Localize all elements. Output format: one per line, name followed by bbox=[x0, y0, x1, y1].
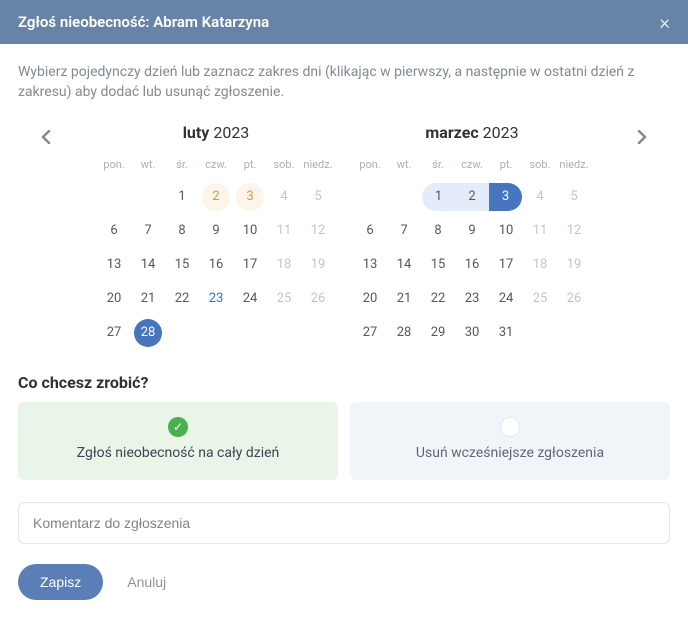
check-icon: ✓ bbox=[168, 417, 188, 437]
action-section-title: Co chcesz zrobić? bbox=[18, 373, 670, 392]
calendar-day[interactable]: 2 bbox=[202, 183, 230, 211]
calendar-right-title: marzec 2023 bbox=[353, 123, 591, 142]
calendar-day[interactable]: 11 bbox=[268, 217, 300, 245]
calendar-day[interactable]: 6 bbox=[98, 217, 130, 245]
calendar-day[interactable]: 19 bbox=[558, 251, 590, 279]
calendar-day[interactable]: 26 bbox=[302, 285, 334, 313]
calendar-day[interactable]: 28 bbox=[134, 319, 162, 347]
calendar-day[interactable]: 24 bbox=[490, 285, 522, 313]
calendar-day[interactable]: 19 bbox=[302, 251, 334, 279]
calendar-day[interactable]: 18 bbox=[268, 251, 300, 279]
option-remove[interactable]: Usuń wcześniejsze zgłoszenia bbox=[350, 402, 670, 480]
radio-unchecked-icon bbox=[500, 417, 520, 437]
calendar-day[interactable]: 5 bbox=[558, 183, 590, 211]
calendar-day[interactable]: 14 bbox=[132, 251, 164, 279]
save-button[interactable]: Zapisz bbox=[18, 564, 103, 600]
calendar-day[interactable]: 22 bbox=[422, 285, 454, 313]
calendar-day[interactable]: 20 bbox=[98, 285, 130, 313]
calendar-day[interactable]: 27 bbox=[354, 319, 386, 347]
calendar-day[interactable]: 17 bbox=[234, 251, 266, 279]
calendar-day[interactable]: 5 bbox=[302, 183, 334, 211]
calendar-day[interactable]: 11 bbox=[524, 217, 556, 245]
comment-input[interactable] bbox=[18, 502, 670, 544]
calendar-left: luty 2023 pon.wt.śr.czw.pt.sob.niedz.123… bbox=[97, 123, 335, 347]
option-full-day[interactable]: ✓ Zgłoś nieobecność na cały dzień bbox=[18, 402, 338, 480]
calendar-day[interactable]: 4 bbox=[268, 183, 300, 211]
dow-label: śr. bbox=[421, 154, 455, 177]
calendar-day[interactable]: 1 bbox=[422, 183, 455, 211]
dow-label: pon. bbox=[353, 154, 387, 177]
calendar-day[interactable]: 21 bbox=[388, 285, 420, 313]
calendar-day[interactable]: 2 bbox=[455, 183, 489, 211]
next-month-icon[interactable] bbox=[636, 125, 648, 149]
dow-label: czw. bbox=[455, 154, 489, 177]
option-full-day-label: Zgłoś nieobecność na cały dzień bbox=[77, 445, 280, 461]
calendar-day[interactable]: 31 bbox=[490, 319, 522, 347]
dow-label: czw. bbox=[199, 154, 233, 177]
calendar-day[interactable]: 25 bbox=[524, 285, 556, 313]
calendar-left-title: luty 2023 bbox=[97, 123, 335, 142]
dialog-actions: Zapisz Anuluj bbox=[18, 564, 670, 600]
instructions-text: Wybierz pojedynczy dzień lub zaznacz zak… bbox=[18, 62, 670, 103]
dow-label: sob. bbox=[523, 154, 557, 177]
calendar-day[interactable]: 10 bbox=[234, 217, 266, 245]
option-remove-label: Usuń wcześniejsze zgłoszenia bbox=[416, 445, 604, 461]
calendar-day[interactable]: 14 bbox=[388, 251, 420, 279]
modal-title: Zgłoś nieobecność: Abram Katarzyna bbox=[18, 13, 269, 31]
calendar-day[interactable]: 12 bbox=[558, 217, 590, 245]
dow-label: pon. bbox=[97, 154, 131, 177]
dow-label: niedz. bbox=[557, 154, 591, 177]
dow-label: sob. bbox=[267, 154, 301, 177]
modal-header: Zgłoś nieobecność: Abram Katarzyna × bbox=[0, 0, 688, 44]
dow-label: wt. bbox=[131, 154, 165, 177]
calendar-day[interactable]: 15 bbox=[166, 251, 198, 279]
calendar-right: marzec 2023 pon.wt.śr.czw.pt.sob.niedz. 1… bbox=[353, 123, 591, 347]
calendar-day[interactable]: 7 bbox=[388, 217, 420, 245]
calendar-container: luty 2023 pon.wt.śr.czw.pt.sob.niedz.123… bbox=[18, 123, 670, 347]
calendar-day[interactable]: 17 bbox=[490, 251, 522, 279]
calendar-day[interactable]: 13 bbox=[98, 251, 130, 279]
cancel-button[interactable]: Anuluj bbox=[127, 574, 166, 590]
dow-label: wt. bbox=[387, 154, 421, 177]
calendar-day[interactable]: 6 bbox=[354, 217, 386, 245]
prev-month-icon[interactable] bbox=[40, 125, 52, 149]
action-options: ✓ Zgłoś nieobecność na cały dzień Usuń w… bbox=[18, 402, 670, 480]
calendar-day[interactable]: 30 bbox=[456, 319, 488, 347]
dow-label: śr. bbox=[165, 154, 199, 177]
calendar-day[interactable]: 1 bbox=[166, 183, 198, 211]
calendar-day[interactable]: 16 bbox=[456, 251, 488, 279]
calendar-day[interactable]: 8 bbox=[166, 217, 198, 245]
calendar-day[interactable]: 13 bbox=[354, 251, 386, 279]
calendar-day[interactable]: 20 bbox=[354, 285, 386, 313]
calendar-day[interactable]: 28 bbox=[388, 319, 420, 347]
calendar-day[interactable]: 23 bbox=[456, 285, 488, 313]
calendar-day[interactable]: 9 bbox=[200, 217, 232, 245]
dow-label: pt. bbox=[489, 154, 523, 177]
calendar-day[interactable]: 23 bbox=[200, 285, 232, 313]
calendar-day[interactable]: 3 bbox=[236, 183, 264, 211]
calendar-day[interactable]: 8 bbox=[422, 217, 454, 245]
calendar-day[interactable]: 26 bbox=[558, 285, 590, 313]
dow-label: niedz. bbox=[301, 154, 335, 177]
calendar-day[interactable]: 12 bbox=[302, 217, 334, 245]
calendar-day[interactable]: 4 bbox=[524, 183, 556, 211]
calendar-day[interactable]: 7 bbox=[132, 217, 164, 245]
calendar-day[interactable]: 29 bbox=[422, 319, 454, 347]
calendar-day[interactable]: 21 bbox=[132, 285, 164, 313]
calendar-day[interactable]: 27 bbox=[98, 319, 130, 347]
calendar-day[interactable]: 10 bbox=[490, 217, 522, 245]
dow-label: pt. bbox=[233, 154, 267, 177]
calendar-day[interactable]: 16 bbox=[200, 251, 232, 279]
calendar-day[interactable]: 9 bbox=[456, 217, 488, 245]
calendar-day[interactable]: 15 bbox=[422, 251, 454, 279]
calendar-day[interactable]: 18 bbox=[524, 251, 556, 279]
calendar-day[interactable]: 3 bbox=[489, 183, 522, 211]
calendar-day[interactable]: 24 bbox=[234, 285, 266, 313]
calendar-day[interactable]: 25 bbox=[268, 285, 300, 313]
calendar-day[interactable]: 22 bbox=[166, 285, 198, 313]
close-icon[interactable]: × bbox=[660, 12, 670, 32]
